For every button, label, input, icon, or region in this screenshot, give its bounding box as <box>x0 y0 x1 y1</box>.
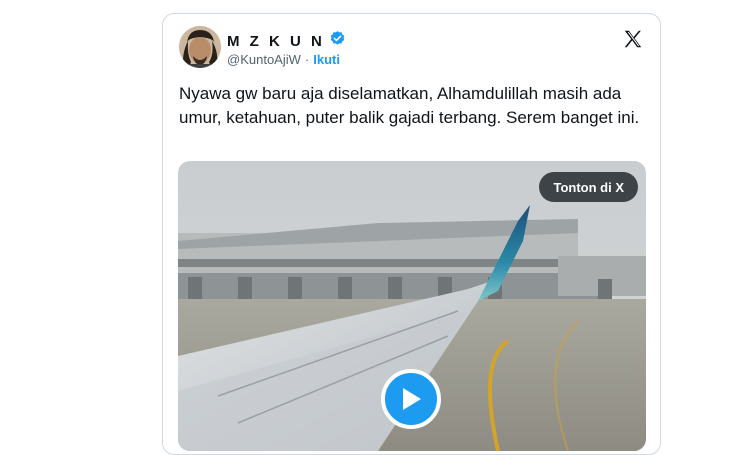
watch-on-x-button[interactable]: Tonton di X <box>539 172 638 202</box>
user-handle[interactable]: @KuntoAjiW <box>227 52 301 67</box>
avatar[interactable] <box>179 26 221 68</box>
tweet-card[interactable]: M Z K U N @KuntoAjiW · Ikuti Nyawa gw ba… <box>162 13 661 455</box>
display-name[interactable]: M Z K U N <box>227 33 325 50</box>
play-button[interactable] <box>381 369 441 429</box>
play-icon <box>403 388 421 410</box>
tweet-text: Nyawa gw baru aja diselamatkan, Alhamdul… <box>179 84 640 127</box>
follow-button[interactable]: Ikuti <box>313 52 340 67</box>
x-logo-icon[interactable] <box>622 28 644 50</box>
separator-dot: · <box>304 52 310 67</box>
verified-badge-icon <box>329 30 346 52</box>
video-media[interactable]: Tonton di X <box>178 161 646 451</box>
